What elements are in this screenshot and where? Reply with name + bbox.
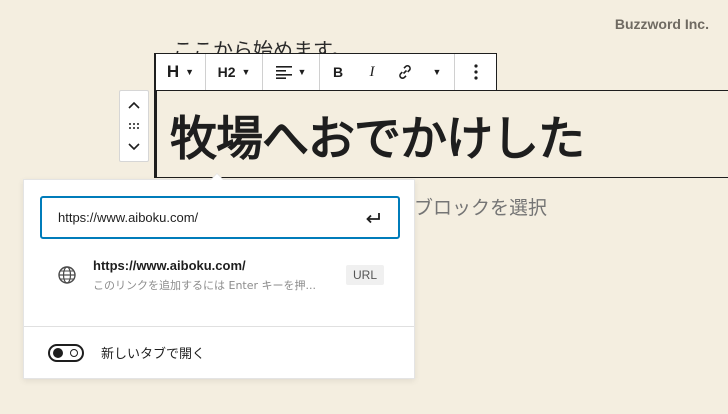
options-group: [455, 54, 496, 90]
globe-icon: [58, 266, 76, 284]
new-tab-toggle-row[interactable]: 新しいタブで開く: [48, 343, 205, 362]
move-up-button[interactable]: [120, 94, 148, 115]
heading-level-label: H2: [217, 64, 236, 80]
block-toolbar: H ▼ H2 ▼ ▼ B I ▼: [156, 53, 497, 91]
chevron-down-icon: ▼: [297, 67, 307, 77]
link-button[interactable]: [388, 54, 422, 90]
suggestion-type-badge: URL: [345, 265, 384, 285]
popover-arrow-inner: [211, 174, 223, 180]
align-button[interactable]: ▼: [263, 54, 319, 90]
link-popover: https://www.aiboku.com/ このリンクを追加するには Ent…: [23, 179, 415, 379]
heading-icon: H: [166, 62, 180, 81]
block-type-button[interactable]: H ▼: [156, 54, 205, 90]
link-suggestion[interactable]: https://www.aiboku.com/ このリンクを追加するには Ent…: [40, 252, 400, 298]
more-formats-button[interactable]: ▼: [422, 54, 452, 90]
watermark: Buzzword Inc.: [614, 16, 709, 32]
chevron-down-icon: [128, 143, 140, 151]
bold-button[interactable]: B: [320, 54, 356, 90]
enter-return-icon: [366, 212, 380, 223]
block-mover: [119, 90, 149, 162]
chevron-down-icon: ▼: [185, 67, 195, 77]
heading-block[interactable]: 牧場へおでかけした: [170, 100, 585, 169]
new-tab-toggle[interactable]: [48, 343, 84, 362]
italic-button[interactable]: I: [356, 54, 388, 90]
paragraph-placeholder[interactable]: ブロックを選択: [414, 193, 547, 220]
heading-level-group: H2 ▼: [206, 54, 263, 90]
suggestion-title: https://www.aiboku.com/: [93, 257, 246, 273]
chevron-down-icon: ▼: [241, 67, 251, 77]
url-input[interactable]: [58, 210, 362, 225]
chevron-down-icon: ▼: [432, 67, 442, 77]
drag-handle[interactable]: [120, 115, 148, 136]
heading-level-button[interactable]: H2 ▼: [206, 54, 262, 90]
bold-icon: B: [332, 64, 344, 80]
align-left-icon: [275, 66, 292, 79]
more-vertical-icon: [473, 64, 478, 80]
suggestion-text: https://www.aiboku.com/ このリンクを追加するには Ent…: [93, 258, 346, 293]
link-icon: [399, 65, 411, 79]
align-group: ▼: [263, 54, 320, 90]
url-input-wrapper: [40, 196, 400, 239]
italic-icon: I: [369, 63, 375, 80]
drag-handle-icon: [129, 122, 139, 129]
suggestion-info: このリンクを追加するには Enter キーを押...: [93, 278, 317, 292]
toggle-knob: [53, 347, 63, 358]
format-group: B I ▼: [320, 54, 455, 90]
more-options-button[interactable]: [455, 54, 496, 90]
popover-divider: [24, 326, 414, 327]
new-tab-label: 新しいタブで開く: [101, 347, 206, 362]
submit-link-button[interactable]: [362, 207, 384, 229]
chevron-up-icon: [128, 101, 140, 109]
move-down-button[interactable]: [120, 137, 148, 158]
toggle-off-mark: [70, 348, 78, 357]
block-type-group: H ▼: [156, 54, 206, 90]
